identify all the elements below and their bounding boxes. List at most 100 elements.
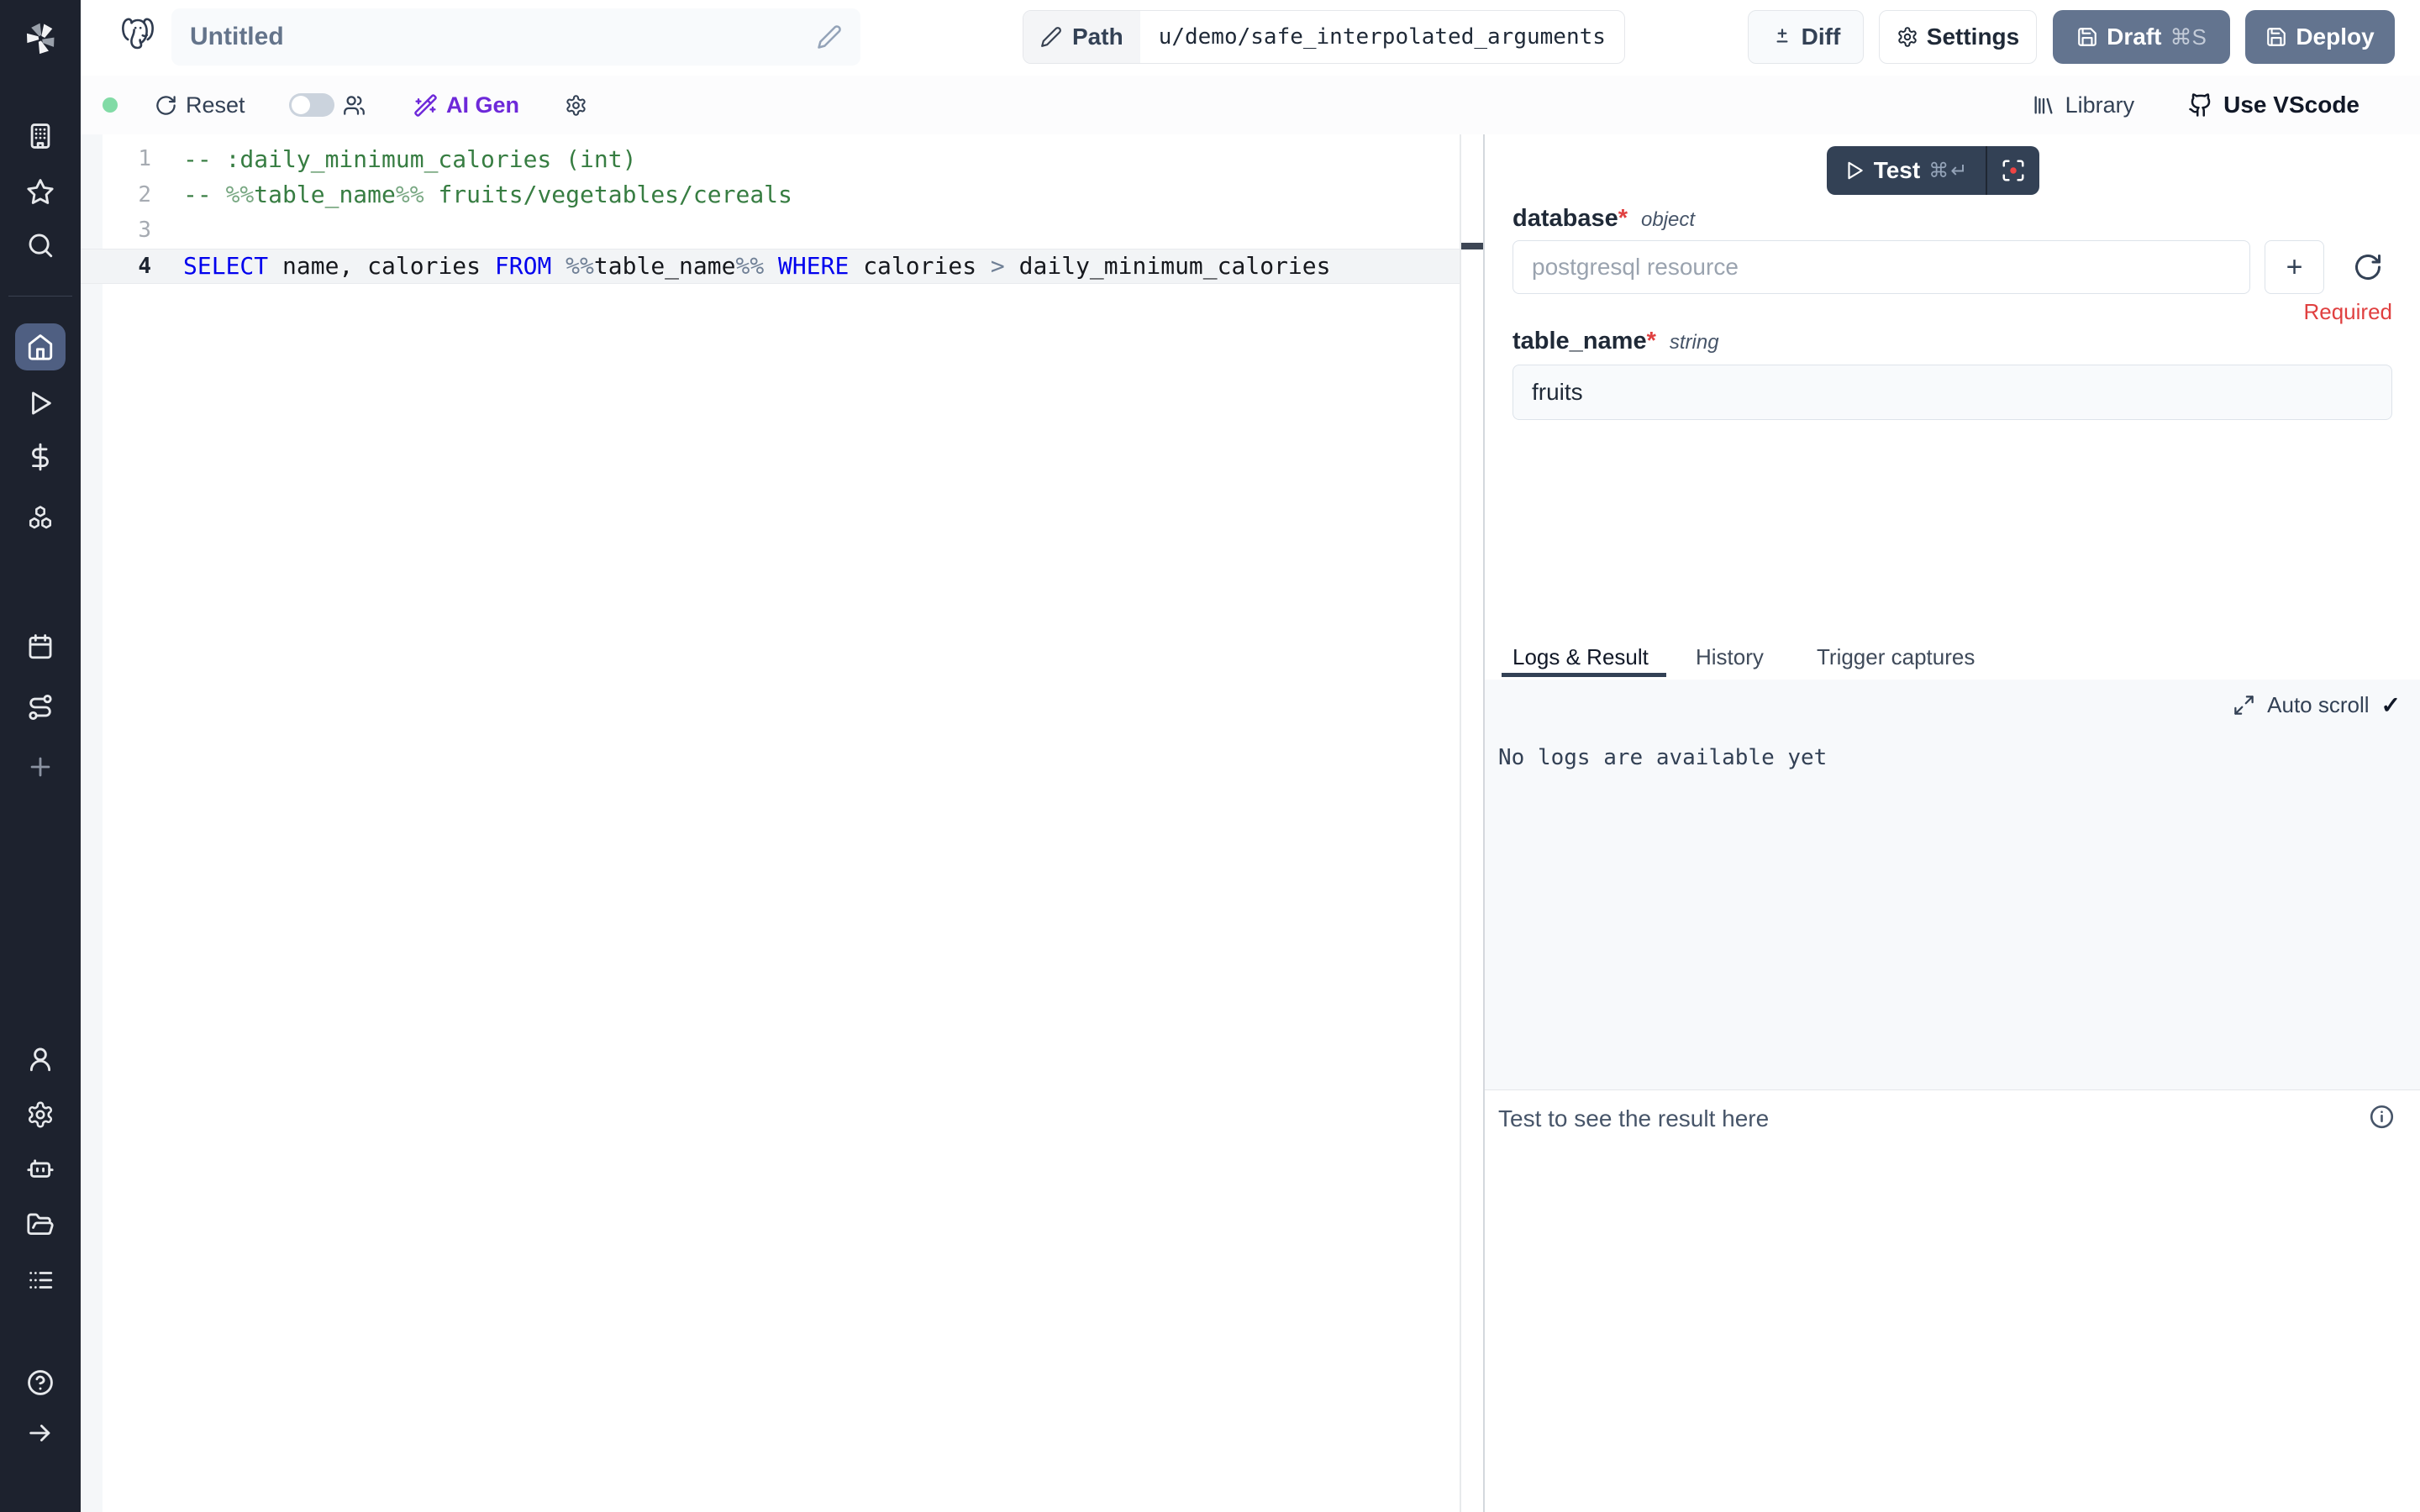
- table-name-input[interactable]: [1512, 365, 2392, 420]
- magic-wand-icon: [413, 93, 438, 118]
- settings-label: Settings: [1927, 24, 2019, 50]
- code-line[interactable]: 2 -- %%table_name%% fruits/vegetables/cer…: [81, 177, 1460, 213]
- database-type: object: [1641, 208, 1695, 232]
- diff-mode-toggle[interactable]: [289, 93, 334, 117]
- code-text: SELECT name, calories FROM %%table_name%…: [183, 252, 1331, 280]
- path-chip[interactable]: Path u/demo/safe_interpolated_arguments: [1023, 10, 1625, 64]
- reset-button[interactable]: Reset: [155, 76, 245, 134]
- test-label: Test: [1874, 157, 1921, 184]
- github-icon: [2188, 92, 2213, 118]
- line-number: 4: [81, 254, 151, 279]
- draft-label: Draft: [2107, 24, 2161, 50]
- code-editor[interactable]: 1-- :daily_minimum_calories (int) 2 -- %%t…: [81, 134, 1484, 1512]
- script-title: Untitled: [190, 23, 817, 51]
- line-number: 1: [81, 146, 151, 171]
- code-line[interactable]: 4 SELECT name, calories FROM %%table_name…: [81, 249, 1460, 285]
- database-required-star: *: [1618, 205, 1628, 232]
- database-label: database: [1512, 205, 1618, 232]
- add-item-plus-icon[interactable]: [26, 753, 55, 781]
- audit-logs-list-icon[interactable]: [26, 1266, 55, 1294]
- expand-sidebar-arrow-icon[interactable]: [26, 1419, 55, 1447]
- overview-ruler-mark: [1461, 243, 1484, 249]
- refresh-icon: [155, 94, 177, 117]
- required-error: Required: [2303, 299, 2392, 325]
- tab-trigger-captures[interactable]: Trigger captures: [1817, 635, 1975, 680]
- save-icon: [2076, 26, 2098, 48]
- routes-icon[interactable]: [26, 693, 55, 722]
- test-shortcut: ⌘↵: [1928, 159, 1969, 183]
- workers-bot-icon[interactable]: [26, 1155, 55, 1184]
- help-icon[interactable]: [26, 1368, 55, 1397]
- script-title-input[interactable]: Untitled: [171, 8, 860, 66]
- test-button[interactable]: Test ⌘↵: [1827, 146, 1986, 195]
- tab-history[interactable]: History: [1696, 635, 1764, 680]
- line-number: 2: [81, 182, 151, 207]
- editor-scrollbar-track[interactable]: [1460, 134, 1461, 1512]
- path-value: u/demo/safe_interpolated_arguments: [1140, 11, 1624, 63]
- info-icon[interactable]: [2369, 1104, 2395, 1130]
- windmill-logo[interactable]: [0, 0, 81, 76]
- script-settings-gear-icon[interactable]: [565, 76, 587, 134]
- code-line[interactable]: 3: [81, 213, 1460, 249]
- draft-shortcut: ⌘S: [2170, 24, 2207, 50]
- deploy-label: Deploy: [2296, 24, 2374, 50]
- sidebar-item-home[interactable]: [15, 323, 66, 370]
- run-panel: Test ⌘↵ database* object + Required tabl…: [1485, 134, 2420, 1512]
- scan-capture-icon: [2001, 158, 2026, 183]
- save-draft-button[interactable]: Draft ⌘S: [2053, 10, 2230, 64]
- diff-button[interactable]: Diff: [1748, 10, 1864, 64]
- topbar: Untitled Path u/demo/safe_interpolated_a…: [81, 0, 2420, 76]
- refresh-icon: [2353, 252, 2383, 282]
- runs-play-icon[interactable]: [26, 389, 55, 417]
- ai-gen-button[interactable]: AI Gen: [413, 76, 519, 134]
- path-edit-section[interactable]: Path: [1023, 11, 1140, 63]
- auto-scroll-toggle[interactable]: Auto scroll ✓: [2233, 691, 2401, 719]
- toggle-knob: [292, 96, 310, 114]
- code-line[interactable]: 1-- :daily_minimum_calories (int): [81, 141, 1460, 177]
- folders-icon[interactable]: [26, 1210, 55, 1239]
- test-button-group: Test ⌘↵: [1827, 146, 2039, 195]
- user-icon[interactable]: [26, 1045, 55, 1074]
- edit-title-pencil-icon[interactable]: [817, 24, 842, 50]
- editor-gutter: [81, 134, 103, 1512]
- path-label: Path: [1072, 24, 1123, 50]
- table-name-label: table_name: [1512, 328, 1647, 354]
- favorites-star-icon[interactable]: [26, 177, 55, 206]
- table-name-type: string: [1670, 331, 1719, 354]
- auto-scroll-label: Auto scroll: [2267, 692, 2369, 718]
- result-hint: Test to see the result here: [1498, 1105, 1769, 1132]
- vscode-label: Use VScode: [2223, 92, 2360, 118]
- library-button[interactable]: Library: [2032, 92, 2135, 118]
- panel-resize-divider[interactable]: [1483, 134, 1485, 1512]
- line-number: 3: [81, 218, 151, 243]
- use-vscode-button[interactable]: Use VScode: [2188, 92, 2360, 118]
- variables-dollar-icon[interactable]: [26, 443, 55, 471]
- expand-icon[interactable]: [2233, 694, 2255, 717]
- database-resource-input[interactable]: [1512, 240, 2250, 294]
- settings-gear-icon[interactable]: [26, 1100, 55, 1129]
- search-icon[interactable]: [26, 231, 55, 260]
- add-resource-button[interactable]: +: [2265, 240, 2324, 294]
- editor-toolbar: Reset AI Gen Library Use VScode: [81, 76, 2420, 135]
- schedules-calendar-icon[interactable]: [26, 633, 55, 661]
- capture-test-button[interactable]: [1987, 146, 2039, 195]
- result-area: Test to see the result here: [1485, 1089, 2420, 1512]
- workspace-building-icon[interactable]: [26, 122, 55, 150]
- resources-boxes-icon[interactable]: [26, 504, 55, 533]
- deploy-button[interactable]: Deploy: [2245, 10, 2395, 64]
- settings-button[interactable]: Settings: [1879, 10, 2037, 64]
- reset-label: Reset: [186, 92, 245, 118]
- check-icon: ✓: [2381, 691, 2401, 719]
- postgresql-icon: [118, 15, 158, 59]
- collaborators-users-icon[interactable]: [343, 76, 366, 134]
- database-field-label: database* object: [1512, 205, 1695, 233]
- active-tab-underline: [1502, 673, 1666, 677]
- save-icon: [2265, 26, 2287, 48]
- diff-label: Diff: [1802, 24, 1841, 50]
- code-lines: 1-- :daily_minimum_calories (int) 2 -- %%t…: [81, 141, 1484, 284]
- sidebar-divider: [8, 296, 72, 297]
- code-text: -- %%table_name%% fruits/vegetables/cere…: [183, 181, 792, 208]
- home-icon: [26, 333, 55, 361]
- windmill-pinwheel-icon: [18, 16, 62, 60]
- refresh-resource-button[interactable]: [2353, 252, 2383, 282]
